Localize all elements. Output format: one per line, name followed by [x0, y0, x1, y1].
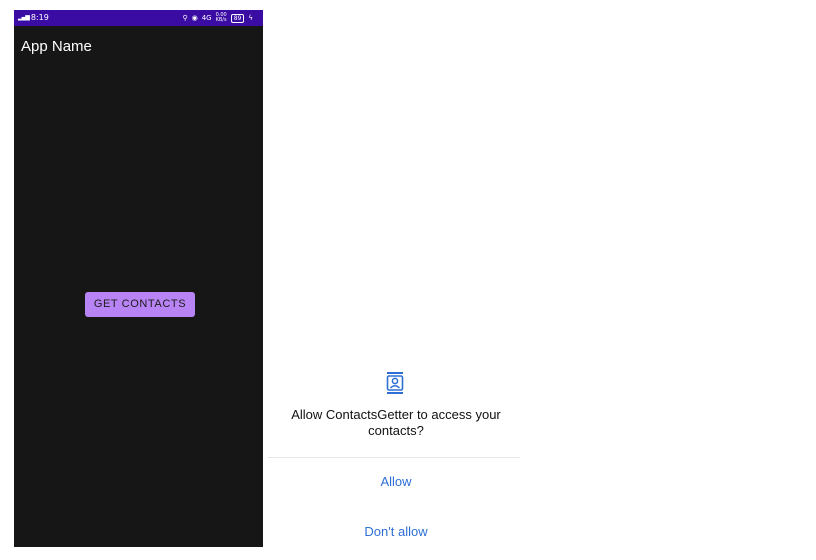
battery-level: 89: [233, 14, 242, 22]
status-bar: ▂▄▆ 8:19 ⚲ ◉ 4G 0.00 KB/s 89 ϟ: [14, 10, 263, 26]
permission-dialog: Allow ContactsGetter to access your cont…: [268, 360, 524, 550]
dont-allow-button[interactable]: Don't allow: [268, 524, 524, 539]
app-screen: ▂▄▆ 8:19 ⚲ ◉ 4G 0.00 KB/s 89 ϟ App Name G…: [14, 10, 263, 547]
status-time: 8:19: [30, 13, 49, 22]
network-type: 4G: [201, 14, 212, 22]
allow-button[interactable]: Allow: [268, 474, 524, 489]
screenshot-canvas: ▂▄▆ 8:19 ⚲ ◉ 4G 0.00 KB/s 89 ϟ App Name G…: [0, 0, 816, 560]
status-right: ⚲ ◉ 4G 0.00 KB/s 89 ϟ: [182, 10, 253, 26]
battery-icon: 89: [230, 13, 245, 23]
status-left: ▂▄▆ 8:19: [18, 10, 49, 26]
contacts-icon: [386, 372, 404, 394]
data-speed: 0.00 KB/s: [215, 12, 227, 23]
signal-icon: ▂▄▆: [18, 14, 30, 21]
permission-message-line1: Allow ContactsGetter to access your: [291, 407, 501, 422]
get-contacts-button[interactable]: GET CONTACTS: [85, 292, 195, 317]
location-icon: ⚲: [182, 14, 188, 22]
charging-icon: ϟ: [248, 14, 253, 22]
app-title: App Name: [21, 38, 92, 55]
permission-message: Allow ContactsGetter to access your cont…: [268, 407, 524, 439]
permission-message-line2: contacts?: [368, 423, 424, 438]
dialog-divider: [268, 457, 520, 458]
eye-icon: ◉: [191, 14, 198, 22]
